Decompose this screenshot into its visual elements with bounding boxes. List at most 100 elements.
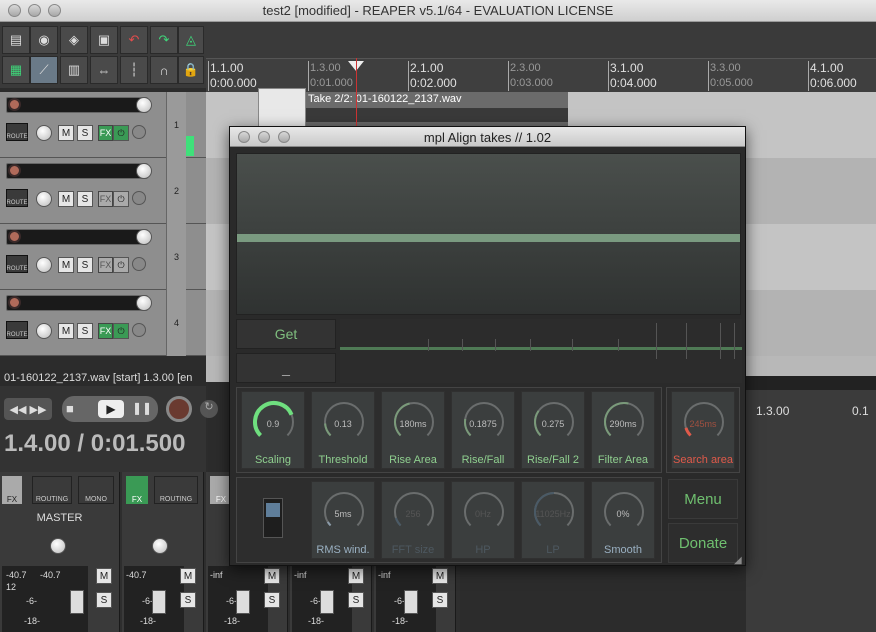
undo-icon[interactable]: ↶ [120, 26, 148, 54]
knob-cell[interactable]: 0.1875 Rise/Fall [451, 391, 515, 469]
master-mono-button[interactable]: MONO [78, 476, 114, 504]
knob-cell[interactable]: 290ms Filter Area [591, 391, 655, 469]
resize-grip-icon[interactable]: ◢ [734, 555, 742, 566]
track-name-field[interactable] [6, 229, 148, 245]
fx-button[interactable]: FX [98, 191, 113, 207]
solo-button[interactable]: S [77, 125, 93, 141]
fx-bypass-icon[interactable]: ⏻ [113, 125, 129, 141]
record-arm-icon[interactable] [8, 296, 21, 309]
track-record-monitor-icon[interactable] [132, 257, 146, 271]
master-fader[interactable] [70, 590, 84, 614]
mute-button[interactable]: M [58, 257, 74, 273]
knob-cell[interactable]: 5ms RMS wind. [311, 481, 375, 559]
knob-cell[interactable]: 245ms Search area [671, 391, 735, 469]
track-pan-knob[interactable] [36, 257, 52, 273]
fx-bypass-icon[interactable]: ⏻ [113, 191, 129, 207]
save-project-icon[interactable]: ◈ [60, 26, 88, 54]
track-name-field[interactable] [6, 295, 148, 311]
track-header[interactable]: ROUTE M S FX ⏻ 3 [0, 224, 206, 290]
track-record-monitor-icon[interactable] [132, 125, 146, 139]
open-project-icon[interactable]: ◉ [30, 26, 58, 54]
route-button[interactable]: ROUTE [6, 189, 28, 207]
stop-button[interactable]: ■ [66, 401, 74, 416]
new-project-icon[interactable]: ▤ [2, 26, 30, 54]
strip-pan-knob[interactable] [152, 538, 168, 554]
record-arm-icon[interactable] [8, 230, 21, 243]
track-header[interactable]: ROUTE M S FX ⏻ 4 [0, 290, 206, 356]
track-volume-knob[interactable] [136, 229, 152, 245]
route-button[interactable]: ROUTE [6, 321, 28, 339]
track-volume-knob[interactable] [136, 163, 152, 179]
media-item[interactable]: Take 2/2: 01-160122_2137.wav [306, 92, 568, 128]
track-header[interactable]: ROUTE M S FX ⏻ 1 [0, 92, 206, 158]
fx-bypass-icon[interactable]: ⏻ [113, 257, 129, 273]
master-pan-knob[interactable] [50, 538, 66, 554]
master-mute-button[interactable]: M [96, 568, 112, 584]
project-settings-icon[interactable]: ▣ [90, 26, 118, 54]
menu-button[interactable]: Menu [668, 479, 738, 519]
scrollbar[interactable] [746, 376, 876, 390]
strip-fader[interactable] [404, 590, 418, 614]
mute-button[interactable]: M [58, 125, 74, 141]
solo-button[interactable]: S [77, 323, 93, 339]
master-solo-button[interactable]: S [96, 592, 112, 608]
strip-mute-button[interactable]: M [432, 568, 448, 584]
track-name-field[interactable] [6, 97, 148, 113]
dash-button[interactable]: _ [236, 353, 336, 383]
toggle-slider-thumb[interactable] [266, 503, 280, 517]
strip-solo-button[interactable]: S [432, 592, 448, 608]
item-grouping-icon[interactable]: ⇔ [90, 56, 118, 84]
knob-cell[interactable]: 0.275 Rise/Fall 2 [521, 391, 585, 469]
mute-button[interactable]: M [58, 323, 74, 339]
fx-button[interactable]: FX [98, 323, 113, 339]
track-volume-knob[interactable] [136, 295, 152, 311]
strip-fx-button[interactable]: FX [126, 476, 148, 504]
media-item-thumbnail[interactable] [258, 88, 306, 128]
strip-mute-button[interactable]: M [180, 568, 196, 584]
strip-fader[interactable] [320, 590, 334, 614]
knob-cell[interactable]: 180ms Rise Area [381, 391, 445, 469]
record-arm-icon[interactable] [8, 164, 21, 177]
strip-routing-button[interactable]: ROUTING [154, 476, 198, 504]
lock-icon[interactable]: 🔒 [178, 56, 204, 84]
solo-button[interactable]: S [77, 257, 93, 273]
loop-icon[interactable]: ∩ [150, 56, 178, 84]
donate-button[interactable]: Donate [668, 523, 738, 563]
track-pan-knob[interactable] [36, 191, 52, 207]
master-routing-button[interactable]: ROUTING [32, 476, 72, 504]
grid-icon[interactable]: ▦ [2, 56, 30, 84]
strip-mute-button[interactable]: M [348, 568, 364, 584]
knob-cell[interactable]: 256 FFT size [381, 481, 445, 559]
strip-mute-button[interactable]: M [264, 568, 280, 584]
track-pan-knob[interactable] [36, 323, 52, 339]
toggle-slider[interactable] [263, 498, 283, 538]
route-button[interactable]: ROUTE [6, 255, 28, 273]
knob-cell[interactable]: 0% Smooth [591, 481, 655, 559]
fx-button[interactable]: FX [98, 125, 113, 141]
track-volume-knob[interactable] [136, 97, 152, 113]
get-button[interactable]: Get [236, 319, 336, 349]
envelope-icon[interactable]: ┆ [120, 56, 148, 84]
knob-cell[interactable]: 0.9 Scaling [241, 391, 305, 469]
track-record-monitor-icon[interactable] [132, 191, 146, 205]
track-pan-knob[interactable] [36, 125, 52, 141]
track-name-field[interactable] [6, 163, 148, 179]
strip-solo-button[interactable]: S [180, 592, 196, 608]
master-fx-button[interactable]: FX [2, 476, 22, 504]
track-record-monitor-icon[interactable] [132, 323, 146, 337]
track-header[interactable]: ROUTE M S FX ⏻ 2 [0, 158, 206, 224]
pause-button[interactable]: ❚❚ [132, 401, 152, 415]
record-button[interactable] [166, 396, 192, 422]
redo-icon[interactable]: ↷ [150, 26, 178, 54]
strip-fader[interactable] [152, 590, 166, 614]
fx-bypass-icon[interactable]: ⏻ [113, 323, 129, 339]
knob-cell[interactable]: 11025Hz LP [521, 481, 585, 559]
solo-button[interactable]: S [77, 191, 93, 207]
fx-button[interactable]: FX [98, 257, 113, 273]
ripple-edit-icon[interactable]: ▥ [60, 56, 88, 84]
knob-cell[interactable]: 0.13 Threshold [311, 391, 375, 469]
strip-solo-button[interactable]: S [348, 592, 364, 608]
knob-cell[interactable]: 0Hz HP [451, 481, 515, 559]
timeline-ruler[interactable]: 1.1.00 0:00.000 1.3.00 0:01.000 2.1.00 0:02.0… [206, 58, 876, 92]
mute-button[interactable]: M [58, 191, 74, 207]
